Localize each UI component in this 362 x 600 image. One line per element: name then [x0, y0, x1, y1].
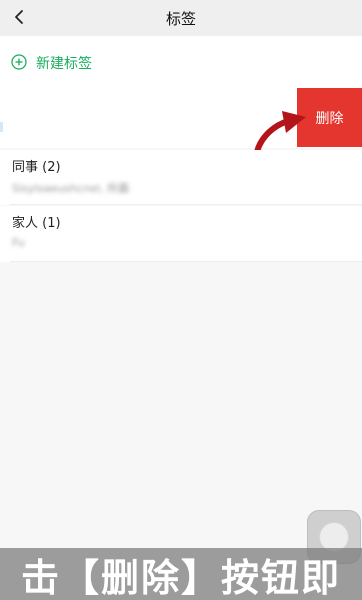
tag-group-name: 家人 (1)	[12, 216, 61, 231]
divider	[10, 204, 362, 205]
tag-group-name: 同事 (2)	[12, 160, 61, 175]
page-title: 标签	[165, 9, 196, 28]
plus-circle-icon	[11, 54, 27, 70]
tag-group-row[interactable]: 同事 (2) Sisyloaeushcnel, 所霸	[0, 150, 362, 205]
tag-group-row[interactable]: 家人 (1) Fu	[0, 206, 362, 262]
chevron-left-icon	[15, 10, 23, 24]
tag-group-members: Fu	[12, 236, 25, 249]
tag-group-members: Sisyloaeushcnel, 所霸	[12, 182, 130, 195]
new-tag-row[interactable]: 新建标签	[0, 36, 362, 91]
nav-header: 标签	[0, 0, 362, 36]
new-tag-label: 新建标签	[36, 56, 92, 72]
tutorial-caption-text: 击【删除】按钮即	[20, 555, 341, 600]
delete-button-label: 删除	[315, 110, 344, 127]
back-button[interactable]	[8, 6, 30, 28]
swiped-row-remnant	[0, 122, 3, 132]
divider	[10, 261, 362, 262]
tutorial-caption: 击【删除】按钮即	[0, 548, 362, 600]
